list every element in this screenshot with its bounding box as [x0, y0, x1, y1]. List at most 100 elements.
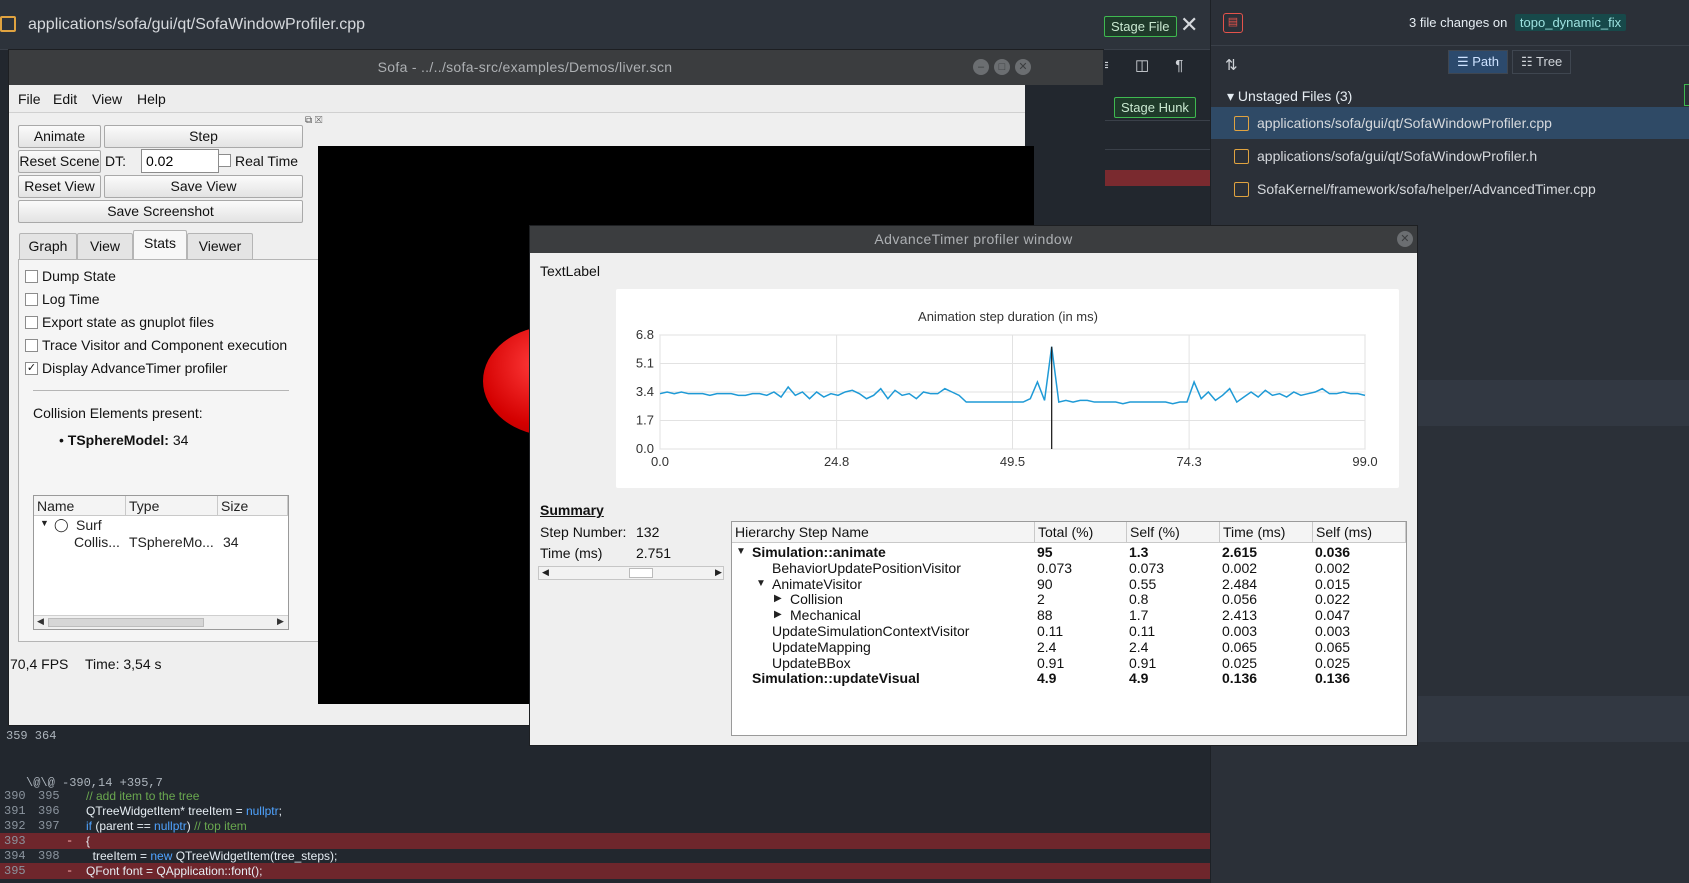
tree-node-surf[interactable]: Surf: [76, 517, 102, 533]
profiler-window: AdvanceTimer profiler window ✕ TextLabel…: [529, 225, 1418, 746]
real-time-checkbox[interactable]: [218, 154, 231, 167]
trace-visitor-checkbox[interactable]: [25, 339, 38, 352]
maximize-icon[interactable]: □: [994, 59, 1010, 75]
x-tick-label: 74.3: [1176, 454, 1201, 469]
step-number-value: 132: [636, 524, 660, 540]
animate-button[interactable]: Animate: [18, 125, 101, 148]
tab-graph[interactable]: Graph: [19, 233, 77, 259]
column-self[interactable]: Self (%): [1127, 522, 1220, 543]
dt-input[interactable]: [141, 149, 219, 173]
removed-marker: -: [66, 834, 74, 848]
column-step-name[interactable]: Hierarchy Step Name: [732, 522, 1035, 543]
reset-view-button[interactable]: Reset View: [18, 175, 101, 198]
trash-icon[interactable]: ▤: [1223, 13, 1243, 33]
scroll-left-icon[interactable]: ◀: [37, 616, 44, 627]
close-icon[interactable]: ✕: [1015, 59, 1031, 75]
file-icon: [0, 16, 16, 32]
dump-state-checkbox[interactable]: [25, 270, 38, 283]
chevron-down-icon[interactable]: ▼: [40, 518, 49, 528]
hierarchy-row[interactable]: BehaviorUpdatePositionVisitor 0.073 0.073 0…: [732, 560, 1406, 576]
column-type[interactable]: Type: [126, 496, 218, 516]
split-view-icon[interactable]: ◫: [1135, 57, 1149, 74]
collision-model: TSphereModel:: [67, 432, 169, 448]
hierarchy-row[interactable]: ▼ AnimateVisitor 90 0.55 2.484 0.015: [732, 576, 1406, 592]
save-screenshot-button[interactable]: Save Screenshot: [18, 200, 303, 223]
hierarchy-row[interactable]: UpdateSimulationContextVisitor 0.11 0.11 0.…: [732, 623, 1406, 639]
tree-view-button[interactable]: ☷ Tree: [1512, 50, 1572, 74]
scrollbar-thumb[interactable]: [629, 568, 653, 578]
tab-viewer[interactable]: Viewer: [187, 233, 253, 259]
stage-hunk-button[interactable]: Stage Hunk: [1114, 97, 1196, 118]
menu-help[interactable]: Help: [137, 91, 166, 107]
save-view-button[interactable]: Save View: [104, 175, 303, 198]
column-total[interactable]: Total (%): [1035, 522, 1127, 543]
file-row[interactable]: applications/sofa/gui/qt/SofaWindowProfi…: [1211, 107, 1689, 139]
time-ms: 0.003: [1222, 623, 1258, 639]
chevron-down-icon[interactable]: ▼: [736, 544, 746, 560]
scroll-left-icon[interactable]: ◀: [542, 567, 549, 578]
chevron-right-icon[interactable]: ▶: [774, 591, 782, 607]
minimize-icon[interactable]: –: [973, 59, 989, 75]
changes-summary: 3 file changes on topo_dynamic_fix: [1409, 14, 1627, 31]
step-name: Simulation::updateVisual: [752, 670, 920, 687]
export-gnuplot-checkbox[interactable]: [25, 316, 38, 329]
self-percent: 0.91: [1129, 654, 1157, 671]
summary-title: Summary: [540, 502, 604, 518]
file-row[interactable]: SofaKernel/framework/sofa/helper/Advance…: [1211, 173, 1689, 205]
tab-view[interactable]: View: [77, 233, 133, 259]
column-self-ms[interactable]: Self (ms): [1313, 522, 1406, 543]
window-title: Sofa - ../../sofa-src/examples/Demos/liv…: [377, 59, 673, 75]
x-axis: 0.0 24.8 49.5 74.3 99.0: [651, 454, 1378, 469]
hierarchy-row[interactable]: UpdateBBox 0.91 0.91 0.025 0.025: [732, 655, 1406, 671]
display-profiler-checkbox[interactable]: ✓: [25, 362, 38, 375]
unstaged-files-header[interactable]: ▾ Unstaged Files (3): [1227, 88, 1352, 105]
scrollbar-thumb[interactable]: [48, 618, 204, 627]
code-text: {: [86, 833, 90, 849]
hierarchy-row[interactable]: ▼ Simulation::animate 95 1.3 2.615 0.036: [732, 544, 1406, 560]
chevron-right-icon[interactable]: ▶: [774, 607, 782, 623]
step-name: Simulation::animate: [752, 544, 886, 560]
sort-icon[interactable]: ⇅: [1225, 56, 1238, 74]
column-size[interactable]: Size: [218, 496, 288, 516]
menu-view[interactable]: View: [92, 91, 122, 107]
tab-stats[interactable]: Stats: [133, 230, 187, 260]
hierarchy-row[interactable]: ▶ Mechanical 88 1.7 2.413 0.047: [732, 607, 1406, 623]
menu-edit[interactable]: Edit: [53, 91, 77, 107]
diff-line[interactable]: 394 398 treeItem = new QTreeWidgetItem(tr…: [0, 848, 1210, 864]
stage-all-button[interactable]: [1684, 84, 1689, 106]
reset-scene-button[interactable]: Reset Scene: [18, 150, 101, 173]
code-token: treeItem =: [86, 849, 151, 863]
hierarchy-row[interactable]: ▶ Collision 2 0.8 0.056 0.022: [732, 591, 1406, 607]
divider: [33, 390, 289, 391]
hierarchy-row[interactable]: Simulation::updateVisual 4.9 4.9 0.136 0.136: [732, 670, 1406, 686]
chevron-down-icon[interactable]: ▼: [756, 576, 766, 592]
column-time[interactable]: Time (ms): [1220, 522, 1313, 543]
diff-line[interactable]: 392 397 if (parent == nullptr) // top item: [0, 818, 1210, 834]
hierarchy-row[interactable]: UpdateMapping 2.4 2.4 0.065 0.065: [732, 639, 1406, 655]
menu-file[interactable]: File: [18, 91, 41, 107]
window-titlebar[interactable]: Sofa - ../../sofa-src/examples/Demos/liv…: [9, 50, 1103, 85]
window-titlebar[interactable]: AdvanceTimer profiler window ✕: [530, 226, 1417, 253]
horizontal-scrollbar[interactable]: ◀ ▶: [538, 566, 724, 580]
menubar: File Edit View Help: [9, 85, 1025, 113]
column-name[interactable]: Name: [34, 496, 126, 516]
whitespace-icon[interactable]: ¶: [1175, 57, 1183, 74]
dock-icons[interactable]: ⧉ ☒: [305, 115, 322, 126]
scroll-right-icon[interactable]: ▶: [715, 567, 722, 578]
diff-line-removed[interactable]: 393 -{: [0, 833, 1210, 849]
diff-line[interactable]: 391 396 QTreeWidgetItem* treeItem = nullpt…: [0, 803, 1210, 819]
diff-line[interactable]: 390 395 // add item to the tree: [0, 788, 1210, 804]
file-row[interactable]: applications/sofa/gui/qt/SofaWindowProfi…: [1211, 140, 1689, 172]
scroll-right-icon[interactable]: ▶: [277, 616, 284, 627]
control-panel: ⧉ ☒ Animate Step Reset Scene DT: Real Ti…: [9, 113, 342, 693]
log-time-checkbox[interactable]: [25, 293, 38, 306]
horizontal-scrollbar[interactable]: ◀ ▶: [34, 615, 288, 629]
diff-line-removed[interactable]: 395 - QFont font = QApplication::font();: [0, 863, 1210, 879]
stage-file-button[interactable]: Stage File: [1104, 16, 1177, 37]
step-button[interactable]: Step: [104, 125, 303, 148]
time-ms-label: Time (ms): [540, 545, 603, 561]
close-icon[interactable]: ✕: [1397, 231, 1413, 247]
path-view-button[interactable]: ☰ Path: [1448, 50, 1509, 74]
close-icon[interactable]: ✕: [1180, 12, 1198, 38]
total-percent: 2: [1037, 591, 1045, 608]
